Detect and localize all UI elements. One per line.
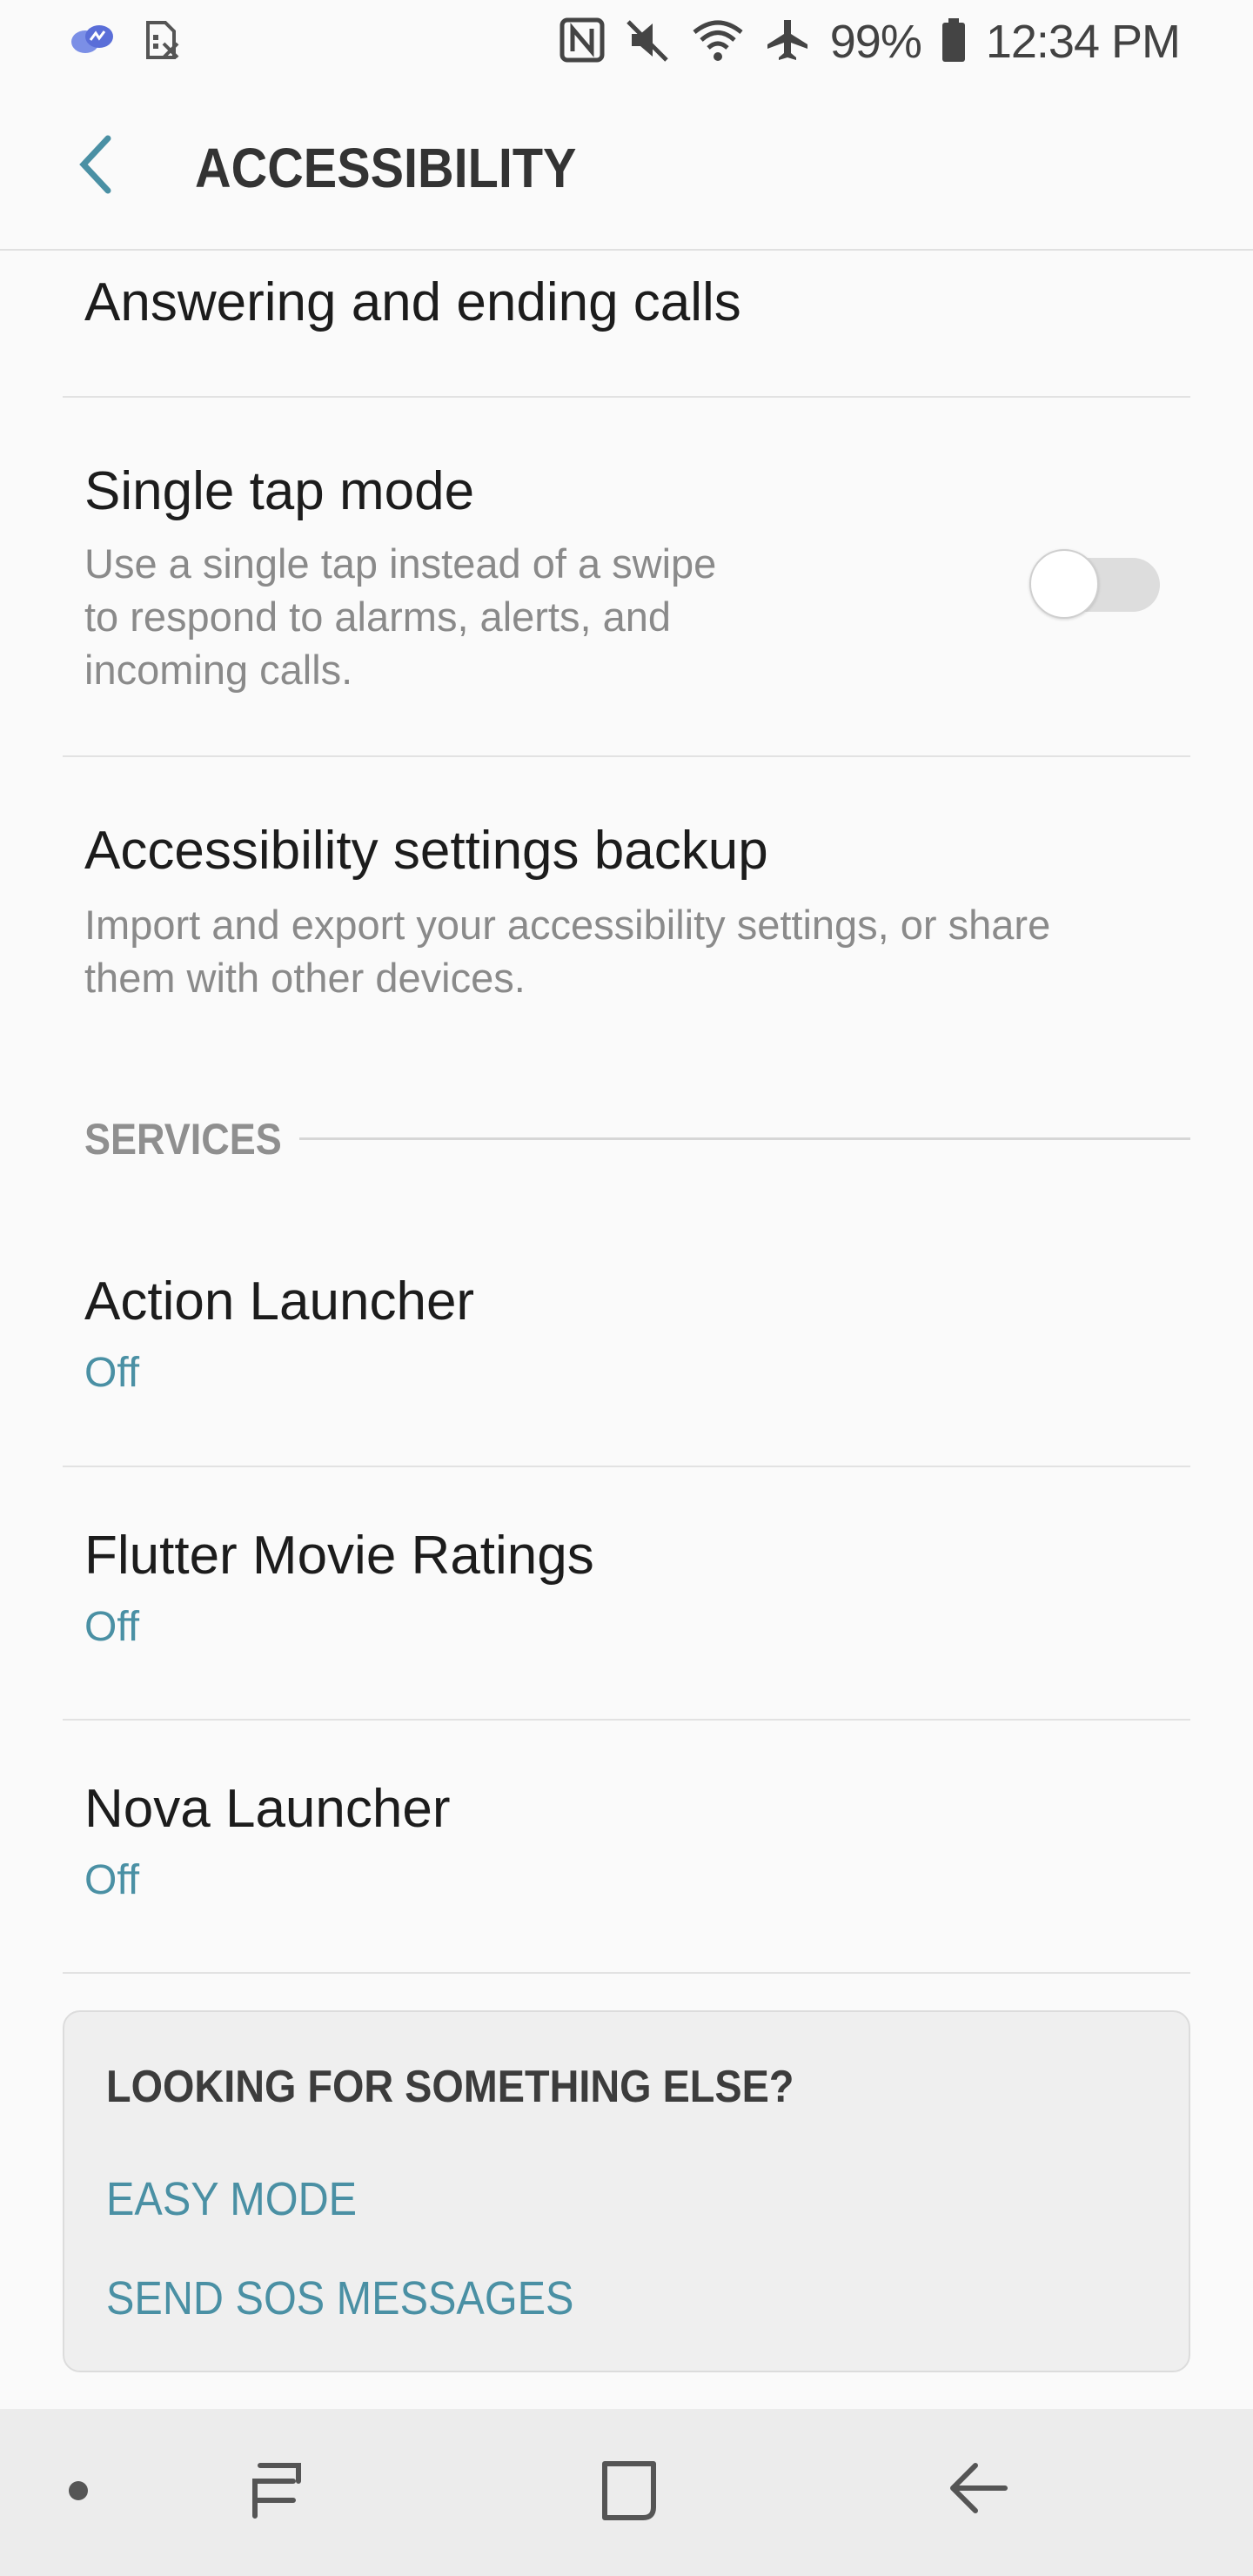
battery-percent: 99% [829, 16, 922, 68]
list-item-title: Action Launcher [84, 1271, 475, 1332]
back-icon [944, 2457, 1012, 2529]
recents-icon [245, 2459, 309, 2527]
nav-back-button[interactable] [935, 2449, 1022, 2536]
status-bar: 99% 12:34 PM [0, 0, 1253, 84]
back-chevron-icon [75, 133, 118, 200]
app-bar: ACCESSIBILITY [0, 84, 1253, 251]
clock: 12:34 PM [985, 16, 1181, 68]
single-tap-toggle[interactable] [1029, 540, 1160, 619]
list-item-title: Single tap mode [84, 461, 475, 521]
wifi-icon [691, 17, 745, 68]
list-item-status: Off [84, 1857, 140, 1903]
list-item-answering-calls[interactable]: Answering and ending calls [63, 251, 1190, 397]
sim-blocked-icon [143, 19, 181, 65]
home-icon [594, 2457, 662, 2529]
home-button[interactable] [585, 2449, 672, 2536]
section-header-services: SERVICES [84, 1115, 282, 1164]
dot-icon [65, 2478, 91, 2508]
list-item-single-tap-mode[interactable]: Single tap mode Use a single tap instead… [63, 398, 1190, 756]
messenger-icon [68, 21, 117, 64]
list-item-status: Off [84, 1350, 140, 1396]
nav-dot-button[interactable] [35, 2449, 122, 2536]
battery-icon [941, 17, 967, 68]
list-item-title: Accessibility settings backup [84, 821, 768, 881]
navigation-bar [0, 2409, 1253, 2576]
list-item-description: Import and export your accessibility set… [84, 902, 1051, 1001]
airplane-icon [764, 17, 811, 68]
send-sos-messages-link[interactable]: SEND SOS MESSAGES [106, 2271, 573, 2325]
status-left-icons [68, 19, 181, 64]
back-button[interactable] [61, 129, 132, 204]
status-right-icons: 99% 12:34 PM [559, 12, 1181, 71]
list-item-title: Flutter Movie Ratings [84, 1526, 594, 1586]
suggestions-title: LOOKING FOR SOMETHING ELSE? [106, 2062, 794, 2112]
mute-icon [625, 17, 672, 68]
nfc-icon [559, 17, 606, 68]
list-item-title: Nova Launcher [84, 1779, 451, 1839]
list-item-settings-backup[interactable]: Accessibility settings backup Import and… [63, 757, 1190, 1044]
list-item-title: Answering and ending calls [84, 272, 741, 332]
list-item-nova-launcher[interactable]: Nova Launcher Off [63, 1721, 1190, 1973]
page-title: ACCESSIBILITY [195, 137, 577, 199]
list-item-flutter-movie-ratings[interactable]: Flutter Movie Ratings Off [63, 1467, 1190, 1720]
list-item-description: Use a single tap instead of a swipe to r… [84, 540, 717, 693]
divider [63, 1972, 1190, 1974]
easy-mode-link[interactable]: EASY MODE [106, 2172, 357, 2226]
suggestions-card: LOOKING FOR SOMETHING ELSE? EASY MODE SE… [63, 2010, 1190, 2372]
toggle-knob [1029, 549, 1099, 619]
list-item-status: Off [84, 1604, 140, 1650]
list-item-action-launcher[interactable]: Action Launcher Off [63, 1213, 1190, 1466]
section-divider [299, 1137, 1190, 1140]
recents-button[interactable] [233, 2449, 320, 2536]
